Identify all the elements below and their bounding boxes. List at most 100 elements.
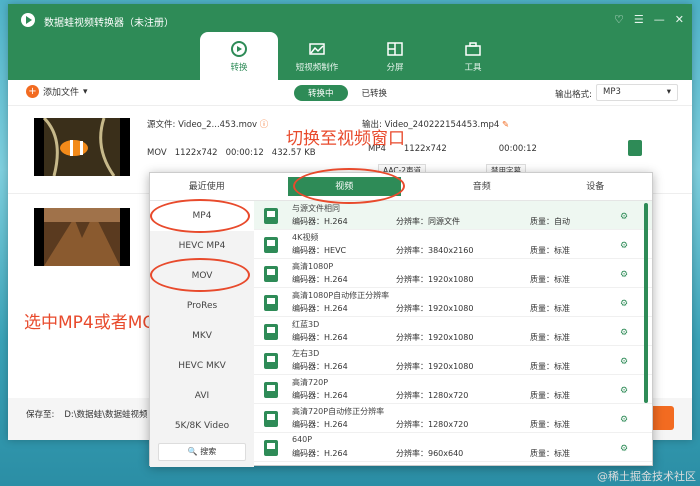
preset-name: 4K视频 [292, 233, 319, 242]
preset-encoder: 编码器：H.264 [292, 217, 348, 226]
preset-encoder: 编码器：HEVC [292, 246, 347, 255]
tab-label: 分屏 [386, 62, 404, 73]
tab-label: 短视频制作 [295, 62, 339, 73]
format-item[interactable]: 5K/8K Video [150, 411, 254, 441]
tab-converted[interactable]: 已转换 [348, 85, 402, 101]
video-file-icon [264, 237, 278, 253]
tab-audio[interactable]: 音频 [425, 173, 539, 200]
output-resolution: 1122x742 [403, 144, 447, 154]
highlight-ellipse-video-tab [293, 168, 405, 204]
tab-label: 工具 [464, 62, 482, 73]
minimize-icon[interactable]: — [654, 13, 665, 26]
tab-split-screen[interactable]: 分屏 [356, 32, 434, 80]
gear-icon[interactable]: ⚙ [620, 444, 628, 454]
save-path[interactable]: D:\数据蛙\数据蛙视频 [64, 408, 147, 420]
format-search-button[interactable]: 🔍 搜索 [158, 443, 246, 461]
tab-recent[interactable]: 最近使用 [150, 173, 264, 200]
watermark: @稀土掘金技术社区 [597, 470, 696, 483]
preset-resolution: 分辨率：同源文件 [396, 217, 460, 226]
preset-list: 与源文件相同 编码器：H.264 分辨率：同源文件 质量：自动 ⚙ 4K视频 编码器：HEV… [254, 201, 652, 467]
preset-name: 高清720P自动修正分辨率 [292, 407, 385, 416]
plus-icon: + [26, 85, 39, 98]
format-list: MP4 HEVC MP4 MOV ProRes MKV HEVC MKV AVI… [150, 201, 254, 467]
tab-tools[interactable]: 工具 [434, 32, 512, 80]
preset-row[interactable]: 红蓝3D 编码器：H.264 分辨率：1920x1080 质量：标准 ⚙ [254, 317, 652, 346]
preset-resolution: 分辨率：1920x1080 [396, 304, 474, 313]
split-screen-icon [387, 41, 403, 56]
preset-resolution: 分辨率：1920x1080 [396, 333, 474, 342]
preset-resolution: 分辨率：1920x1080 [396, 275, 474, 284]
gear-icon[interactable]: ⚙ [620, 357, 628, 367]
preset-row[interactable]: 高清720P 编码器：H.264 分辨率：1280x720 质量：标准 ⚙ [254, 375, 652, 404]
preset-row[interactable]: 高清1080P自动修正分辨率 编码器：H.264 分辨率：1920x1080 质量：标… [254, 288, 652, 317]
video-file-icon [264, 266, 278, 282]
window-title: 数据蛙视频转换器（未注册） [44, 18, 174, 29]
preset-row[interactable]: 高清1080P 编码器：H.264 分辨率：1920x1080 质量：标准 ⚙ [254, 259, 652, 288]
source-size: 432.57 KB [271, 148, 316, 158]
preset-quality: 质量：标准 [530, 420, 570, 429]
tab-device[interactable]: 设备 [539, 173, 653, 200]
preset-name: 640P [292, 435, 313, 444]
video-file-icon [264, 411, 278, 427]
format-item[interactable]: HEVC MP4 [150, 231, 254, 261]
video-file-icon [264, 208, 278, 224]
format-badge-icon[interactable] [628, 140, 642, 156]
output-format-select[interactable]: MP3 ▾ [596, 84, 678, 101]
scrollbar[interactable] [644, 203, 648, 403]
chevron-down-icon: ▾ [666, 87, 671, 97]
video-thumbnail[interactable] [34, 118, 130, 176]
gear-icon[interactable]: ⚙ [620, 241, 628, 251]
video-file-icon [264, 324, 278, 340]
format-item[interactable]: AVI [150, 381, 254, 411]
edit-icon[interactable]: ✎ [502, 120, 509, 130]
gear-icon[interactable]: ⚙ [620, 299, 628, 309]
add-file-button[interactable]: + 添加文件 ▾ [26, 85, 88, 98]
preset-name: 高清720P [292, 378, 329, 387]
gear-icon[interactable]: ⚙ [620, 415, 628, 425]
preset-row[interactable]: 左右3D 编码器：H.264 分辨率：1920x1080 质量：标准 ⚙ [254, 346, 652, 375]
gear-icon[interactable]: ⚙ [620, 212, 628, 222]
add-file-label: 添加文件 [43, 88, 80, 98]
preset-name: 与源文件相同 [292, 204, 340, 213]
preset-resolution: 分辨率：1280x720 [396, 420, 469, 429]
preset-encoder: 编码器：H.264 [292, 449, 348, 458]
video-file-icon [264, 295, 278, 311]
toolbar: + 添加文件 ▾ 转换中 已转换 输出格式: MP3 ▾ [8, 80, 692, 106]
clownfish-image [42, 118, 120, 176]
source-duration: 00:00:12 [225, 148, 264, 158]
convert-icon [231, 40, 247, 57]
canyon-image [44, 208, 120, 266]
gear-icon[interactable]: ⚙ [620, 270, 628, 280]
preset-quality: 质量：标准 [530, 391, 570, 400]
window-controls: ♡ ☰ — ✕ [614, 13, 684, 26]
format-item[interactable]: ProRes [150, 291, 254, 321]
highlight-ellipse-mov [150, 258, 250, 292]
main-tabs: 转换 短视频制作 分屏 工具 [200, 32, 512, 80]
video-thumbnail[interactable] [34, 208, 130, 266]
info-icon[interactable]: ⓘ [260, 120, 269, 130]
preset-row[interactable]: 4K视频 编码器：HEVC 分辨率：3840x2160 质量：标准 ⚙ [254, 230, 652, 259]
feedback-icon[interactable]: ♡ [614, 13, 624, 26]
gear-icon[interactable]: ⚙ [620, 386, 628, 396]
preset-quality: 质量：标准 [530, 304, 570, 313]
menu-icon[interactable]: ☰ [634, 13, 644, 26]
preset-row[interactable]: 与源文件相同 编码器：H.264 分辨率：同源文件 质量：自动 ⚙ [254, 201, 652, 230]
preset-row[interactable]: 640P 编码器：H.264 分辨率：960x640 质量：标准 ⚙ [254, 433, 652, 462]
gear-icon[interactable]: ⚙ [620, 328, 628, 338]
source-file-name: 源文件: Video_2...453.mov ⓘ [147, 118, 268, 130]
tab-convert[interactable]: 转换 [200, 32, 278, 80]
output-format-label: 输出格式: [555, 90, 592, 100]
format-item[interactable]: HEVC MKV [150, 351, 254, 381]
preset-resolution: 分辨率：960x640 [396, 449, 464, 458]
preset-quality: 质量：标准 [530, 449, 570, 458]
preset-row[interactable]: 高清720P自动修正分辨率 编码器：H.264 分辨率：1280x720 质量：标准 ⚙ [254, 404, 652, 433]
preset-quality: 质量：标准 [530, 275, 570, 284]
preset-encoder: 编码器：H.264 [292, 420, 348, 429]
close-icon[interactable]: ✕ [675, 13, 684, 26]
format-item[interactable]: MKV [150, 321, 254, 351]
source-format: MOV [147, 148, 167, 158]
tab-converting[interactable]: 转换中 [294, 85, 348, 101]
tab-short-video[interactable]: 短视频制作 [278, 32, 356, 80]
chevron-down-icon: ▾ [83, 86, 88, 97]
video-file-icon [264, 382, 278, 398]
